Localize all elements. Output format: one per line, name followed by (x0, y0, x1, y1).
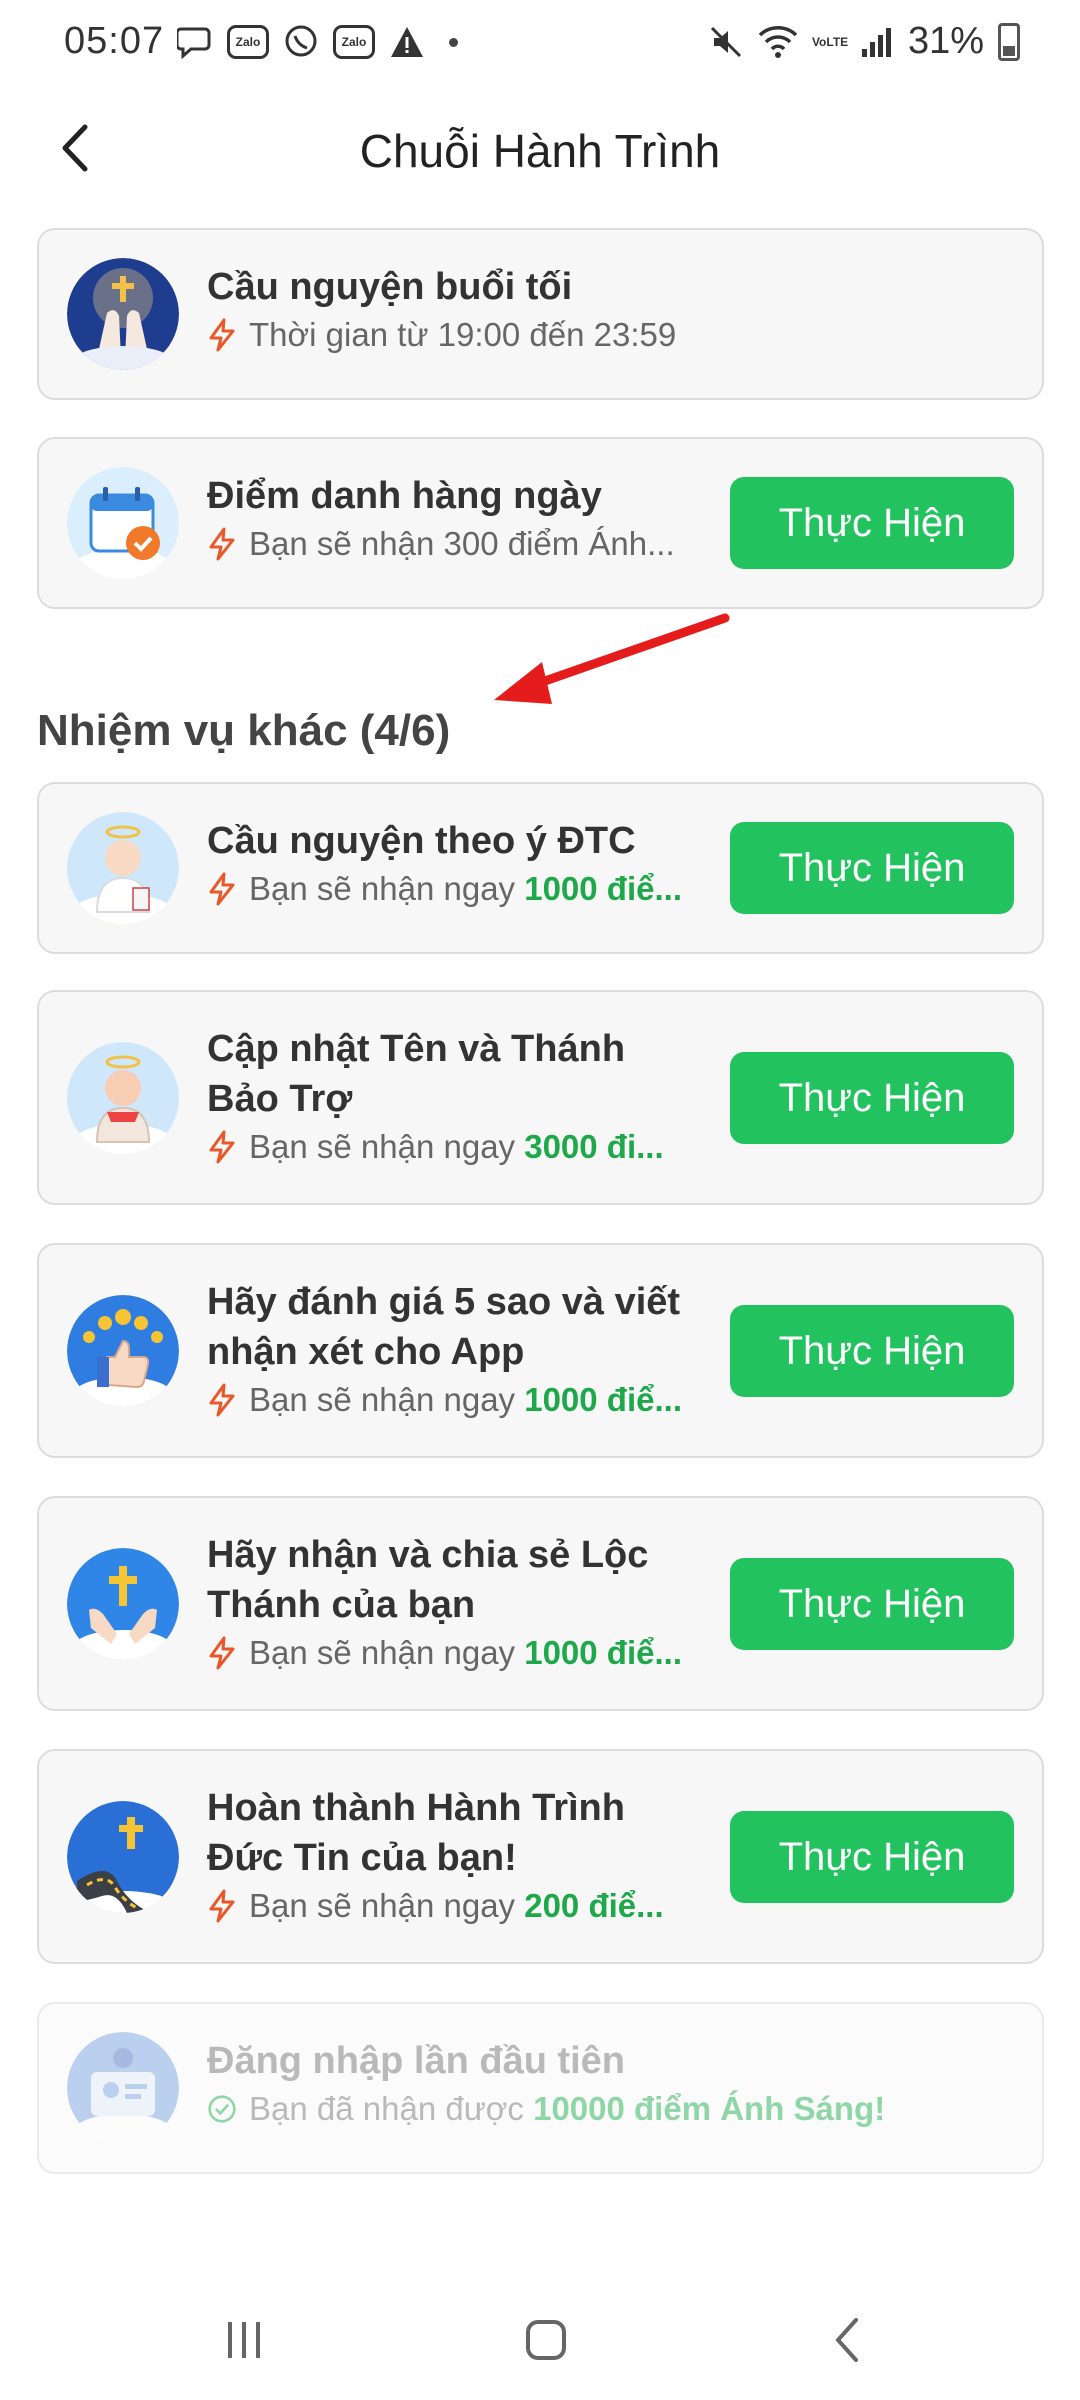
page-title: Chuỗi Hành Trình (359, 125, 721, 177)
do-task-button[interactable]: Thực Hiện (730, 1558, 1014, 1650)
task-subtitle: Thời gian từ 19:00 đến 23:59 (207, 312, 676, 358)
task-title-line1: Hãy đánh giá 5 sao và viết (207, 1281, 681, 1323)
warning-icon (387, 24, 427, 60)
road-cross-icon (67, 1801, 179, 1913)
bolt-icon (209, 1383, 235, 1417)
task-title: Điểm danh hàng ngày (207, 475, 602, 517)
task-card-daily-checkin[interactable]: Điểm danh hàng ngày Bạn sẽ nhận 300 điểm… (37, 437, 1044, 609)
system-back-button[interactable] (788, 2285, 908, 2395)
status-bar: 05:07 Zalo Zalo VoLTE 31% (0, 0, 1080, 90)
task-card-faith-journey[interactable]: Hoàn thành Hành Trình Đức Tin của bạn! B… (37, 1749, 1044, 1964)
volte-icon: VoLTE (811, 34, 849, 49)
pope-icon (67, 812, 179, 924)
task-subtitle: Bạn sẽ nhận ngay 200 điể... (207, 1883, 687, 1929)
task-title-line2: Bảo Trợ (207, 1078, 353, 1120)
bolt-icon (209, 318, 235, 352)
task-card-first-login: Đăng nhập lần đầu tiên Bạn đã nhận được … (37, 2002, 1044, 2174)
task-title-line2: nhận xét cho App (207, 1331, 525, 1373)
do-task-button[interactable]: Thực Hiện (730, 477, 1014, 569)
login-card-icon (67, 2032, 179, 2144)
system-nav-bar (0, 2285, 1080, 2395)
status-time: 05:07 (64, 20, 165, 62)
more-notifications-dot (449, 37, 458, 47)
task-card-pray-pope[interactable]: Cầu nguyện theo ý ĐTC Bạn sẽ nhận ngay 1… (37, 782, 1044, 954)
task-subtitle: Bạn đã nhận được 10000 điểm Ánh Sáng! (207, 2086, 1027, 2132)
notification-icons: Zalo Zalo (175, 24, 458, 60)
task-subtitle: Bạn sẽ nhận 300 điểm Ánh... (207, 521, 727, 567)
home-button[interactable] (486, 2285, 606, 2395)
back-icon (835, 2318, 858, 2362)
saint-icon (67, 1042, 179, 1154)
task-card-evening-prayer[interactable]: Cầu nguyện buổi tối Thời gian từ 19:00 đ… (37, 228, 1044, 400)
system-status: VoLTE 31% (708, 20, 1020, 63)
do-task-button[interactable]: Thực Hiện (730, 1052, 1014, 1144)
wifi-icon (758, 25, 798, 58)
chat-icon (175, 24, 215, 60)
task-title: Cầu nguyện buổi tối (207, 266, 573, 308)
task-title-line1: Hãy nhận và chia sẻ Lộc (207, 1534, 649, 1576)
check-circle-icon (208, 2095, 236, 2123)
task-title-line1: Cập nhật Tên và Thánh (207, 1028, 626, 1070)
task-card-rate-app[interactable]: Hãy đánh giá 5 sao và viết nhận xét cho … (37, 1243, 1044, 1458)
app-header: Chuỗi Hành Trình (0, 100, 1080, 200)
task-title-line2: Đức Tin của bạn! (207, 1837, 517, 1879)
five-stars-thumbs-up-icon (67, 1295, 179, 1407)
hands-cross-icon (67, 1548, 179, 1660)
bolt-icon (209, 527, 235, 561)
task-subtitle: Bạn sẽ nhận ngay 1000 điể... (207, 1377, 707, 1423)
recent-apps-icon (228, 2322, 260, 2358)
battery-percent: 31% (907, 20, 984, 62)
do-task-button[interactable]: Thực Hiện (730, 1305, 1014, 1397)
bolt-icon (209, 1636, 235, 1670)
viber-icon (281, 24, 321, 60)
recent-apps-button[interactable] (184, 2285, 304, 2395)
task-title: Đăng nhập lần đầu tiên (207, 2040, 626, 2082)
praying-hands-icon (67, 258, 179, 370)
task-title-line1: Hoàn thành Hành Trình (207, 1787, 625, 1829)
task-card-share-blessing[interactable]: Hãy nhận và chia sẻ Lộc Thánh của bạn Bạ… (37, 1496, 1044, 1711)
task-subtitle: Bạn sẽ nhận ngay 1000 điể... (207, 1630, 707, 1676)
task-title-line2: Thánh của bạn (207, 1584, 476, 1626)
task-subtitle: Bạn sẽ nhận ngay 3000 đi... (207, 1124, 687, 1170)
task-subtitle: Bạn sẽ nhận ngay 1000 điể... (207, 866, 687, 912)
do-task-button[interactable]: Thực Hiện (730, 822, 1014, 914)
bolt-icon (209, 1130, 235, 1164)
calendar-check-icon (67, 467, 179, 579)
zalo-icon: Zalo (333, 25, 375, 59)
task-card-update-saint[interactable]: Cập nhật Tên và Thánh Bảo Trợ Bạn sẽ nhậ… (37, 990, 1044, 1205)
bolt-icon (209, 872, 235, 906)
zalo-icon: Zalo (227, 25, 269, 59)
section-heading-other-tasks: Nhiệm vụ khác (4/6) (37, 706, 451, 755)
task-title: Cầu nguyện theo ý ĐTC (207, 820, 636, 862)
do-task-button[interactable]: Thực Hiện (730, 1811, 1014, 1903)
red-arrow-annotation (494, 613, 730, 704)
bolt-icon (209, 1889, 235, 1923)
battery-icon (998, 22, 1020, 61)
home-icon (526, 2320, 566, 2360)
signal-icon (861, 27, 891, 57)
mute-icon (710, 26, 741, 57)
